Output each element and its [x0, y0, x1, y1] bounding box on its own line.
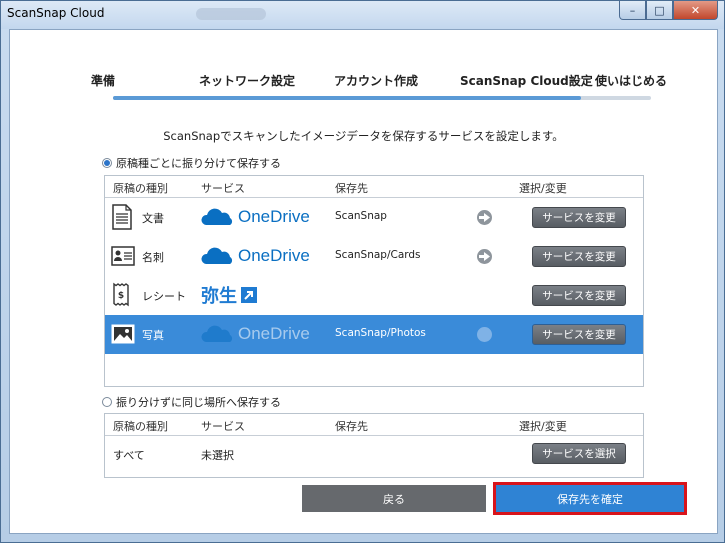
table-row-photo[interactable]: 写真 OneDrive ScanSnap/Photos サービスを変更 — [105, 315, 643, 354]
arrow-right-icon — [477, 249, 492, 264]
close-button[interactable]: ✕ — [673, 1, 718, 20]
option-sort-label: 原稿種ごとに振り分けて保存する — [116, 157, 281, 170]
change-service-button[interactable]: サービスを変更 — [532, 207, 626, 228]
change-service-button[interactable]: サービスを変更 — [532, 324, 626, 345]
table-row-all[interactable]: すべて 未選択 サービスを選択 — [105, 436, 643, 474]
service-table: 原稿の種別 サービス 保存先 選択/変更 文書 OneDrive ScanSna… — [104, 175, 644, 387]
service-name: OneDrive — [238, 207, 310, 226]
table-row-document[interactable]: 文書 OneDrive ScanSnap サービスを変更 — [105, 198, 643, 237]
confirm-destination-button[interactable]: 保存先を確定 — [493, 482, 687, 515]
radio-single-icon[interactable] — [102, 397, 112, 407]
maximize-button[interactable]: □ — [646, 1, 673, 20]
header-type: 原稿の種別 — [113, 420, 168, 433]
svg-text:$: $ — [118, 291, 124, 301]
minimize-button[interactable]: – — [619, 1, 646, 20]
receipt-icon: $ — [111, 282, 133, 308]
type-label: 名刺 — [142, 251, 164, 264]
service-unselected: 未選択 — [201, 449, 234, 462]
window-controls: – □ ✕ — [619, 1, 718, 21]
destination-text: ScanSnap/Cards — [335, 249, 421, 261]
onedrive-logo: OneDrive — [201, 206, 310, 228]
external-link-icon — [241, 287, 257, 303]
window-title: ScanSnap Cloud — [7, 6, 105, 20]
service-name: OneDrive — [238, 246, 310, 265]
radio-sort-selected-icon[interactable] — [102, 158, 112, 168]
onedrive-logo: OneDrive — [201, 323, 310, 345]
destination-text: ScanSnap/Photos — [335, 327, 426, 339]
table-row-business-card[interactable]: 名刺 OneDrive ScanSnap/Cards サービスを変更 — [105, 237, 643, 276]
step-cloud-settings: ScanSnap Cloud設定 — [460, 74, 593, 88]
title-blur — [196, 8, 266, 20]
header-destination: 保存先 — [335, 182, 368, 195]
step-start: 使いはじめる — [595, 74, 668, 88]
document-icon — [111, 204, 133, 230]
type-label: 文書 — [142, 212, 164, 225]
table-header: 原稿の種別 サービス 保存先 選択/変更 — [105, 414, 643, 436]
destination-text: ScanSnap — [335, 210, 387, 222]
client-area: 準備 ネットワーク設定 アカウント作成 ScanSnap Cloud設定 使いは… — [9, 29, 718, 534]
step-prepare: 準備 — [91, 74, 116, 88]
change-service-button[interactable]: サービスを変更 — [532, 246, 626, 267]
yayoi-logo: 弥生 — [201, 284, 257, 307]
option-sort-by-type[interactable]: 原稿種ごとに振り分けて保存する — [102, 155, 281, 171]
step-account: アカウント作成 — [334, 74, 419, 88]
back-button[interactable]: 戻る — [302, 485, 486, 512]
progress-bar — [113, 96, 651, 100]
select-service-button[interactable]: サービスを選択 — [532, 443, 626, 464]
wizard-steps: 準備 ネットワーク設定 アカウント作成 ScanSnap Cloud設定 使いは… — [10, 72, 717, 92]
title-bar[interactable]: ScanSnap Cloud – □ ✕ — [1, 1, 724, 29]
business-card-icon — [111, 243, 135, 269]
header-action: 選択/変更 — [519, 182, 567, 195]
header-type: 原稿の種別 — [113, 182, 168, 195]
table-row-receipt[interactable]: $ レシート 弥生 サービスを変更 — [105, 276, 643, 315]
header-action: 選択/変更 — [519, 420, 567, 433]
change-service-button[interactable]: サービスを変更 — [532, 285, 626, 306]
step-network: ネットワーク設定 — [199, 74, 296, 88]
arrow-right-icon — [477, 210, 492, 225]
service-name: OneDrive — [238, 324, 310, 343]
table-header: 原稿の種別 サービス 保存先 選択/変更 — [105, 176, 643, 198]
header-service: サービス — [201, 420, 245, 433]
arrow-right-icon — [477, 327, 492, 342]
type-label: 写真 — [142, 329, 164, 342]
single-location-table: 原稿の種別 サービス 保存先 選択/変更 すべて 未選択 サービスを選択 — [104, 413, 644, 478]
app-window: ScanSnap Cloud – □ ✕ 準備 ネットワーク設定 アカウント作成… — [0, 0, 725, 543]
option-single-label: 振り分けずに同じ場所へ保存する — [116, 396, 281, 409]
header-service: サービス — [201, 182, 245, 195]
onedrive-logo: OneDrive — [201, 245, 310, 267]
type-label: レシート — [142, 290, 186, 303]
instruction-text: ScanSnapでスキャンしたイメージデータを保存するサービスを設定します。 — [163, 129, 564, 143]
option-single-location[interactable]: 振り分けずに同じ場所へ保存する — [102, 394, 281, 410]
service-name: 弥生 — [201, 286, 237, 307]
progress-fill — [113, 96, 582, 100]
header-destination: 保存先 — [335, 420, 368, 433]
type-label: すべて — [113, 449, 145, 462]
photo-icon — [111, 321, 135, 347]
